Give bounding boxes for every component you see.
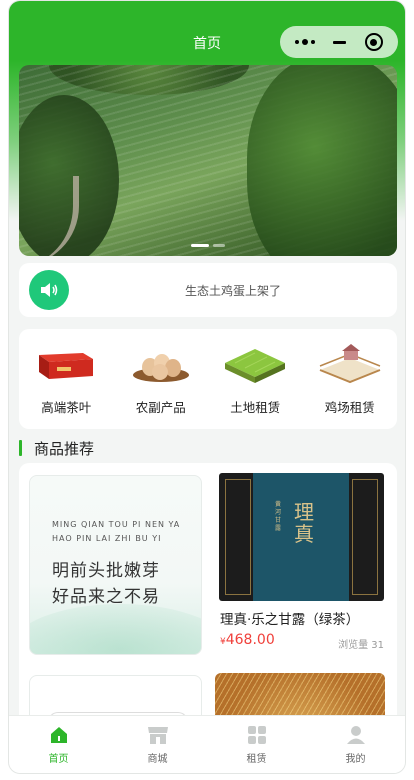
category-label: 鸡场租赁 — [324, 400, 375, 415]
section-accent-bar — [19, 440, 22, 456]
promo-slogan: 明前头批嫩芽 好品来之不易 — [52, 558, 160, 610]
phone-screen: 首页 生态土鸡蛋上架了 高端茶叶 农副产品 土地租赁 鸡场租赁 商品推荐 MIN… — [0, 0, 414, 780]
tab-shop[interactable]: 商城 — [108, 716, 207, 773]
promo-pinyin: MING QIAN TOU PI NEN YA HAO PIN LAI ZHI … — [52, 518, 180, 546]
category-tea[interactable]: 高端茶叶 — [19, 329, 114, 429]
carousel-dot[interactable] — [213, 244, 225, 247]
user-icon — [345, 724, 367, 746]
product-name: 理真·乐之甘露（绿茶） — [220, 612, 360, 628]
product-card-promo[interactable]: MING QIAN TOU PI NEN YA HAO PIN LAI ZHI … — [29, 475, 202, 655]
tab-label: 租赁 — [246, 754, 267, 765]
miniprogram-capsule — [280, 26, 398, 58]
promo-pinyin-line: HAO PIN LAI ZHI BU YI — [52, 534, 162, 543]
section-header: 商品推荐 — [19, 437, 94, 459]
minimize-icon[interactable] — [333, 40, 347, 44]
promo-slogan-line: 明前头批嫩芽 — [52, 561, 160, 581]
shop-icon — [147, 724, 169, 746]
category-grid: 高端茶叶 农副产品 土地租赁 鸡场租赁 — [19, 329, 397, 429]
chicken-farm-icon — [318, 343, 382, 387]
speaker-icon — [29, 270, 69, 310]
home-icon — [48, 724, 70, 746]
banner-tree-shape — [247, 65, 397, 256]
category-chicken-farm[interactable]: 鸡场租赁 — [303, 329, 398, 429]
category-land-rental[interactable]: 土地租赁 — [208, 329, 303, 429]
category-farm-products[interactable]: 农副产品 — [114, 329, 209, 429]
category-label: 土地租赁 — [230, 400, 281, 415]
grid-icon — [246, 724, 268, 746]
tab-home[interactable]: 首页 — [9, 716, 108, 773]
eggs-basket-icon — [129, 343, 193, 387]
tab-bar: 首页 商城 租赁 我的 — [9, 715, 405, 773]
category-label: 农副产品 — [135, 400, 186, 415]
tab-rental[interactable]: 租赁 — [207, 716, 306, 773]
land-plot-icon — [223, 343, 287, 387]
app-frame: 首页 生态土鸡蛋上架了 高端茶叶 农副产品 土地租赁 鸡场租赁 商品推荐 MIN… — [8, 0, 406, 774]
package-border — [225, 479, 251, 595]
notice-bar[interactable]: 生态土鸡蛋上架了 — [19, 263, 397, 317]
tab-label: 首页 — [48, 754, 69, 765]
section-title: 商品推荐 — [34, 439, 95, 458]
notice-text: 生态土鸡蛋上架了 — [184, 284, 281, 298]
promo-slogan-line: 好品来之不易 — [52, 587, 160, 607]
mist-decoration — [30, 604, 201, 654]
more-menu-icon[interactable] — [295, 39, 316, 45]
package-big-text: 理真 — [294, 500, 314, 546]
banner-carousel[interactable] — [19, 65, 397, 256]
product-price: ¥468.00 — [220, 632, 275, 648]
tea-box-icon — [34, 343, 98, 387]
close-target-icon[interactable] — [364, 33, 383, 51]
tab-label: 我的 — [345, 754, 366, 765]
product-views: 浏览量 31 — [338, 640, 384, 651]
carousel-dot[interactable] — [191, 244, 209, 247]
package-border — [352, 479, 378, 595]
tab-label: 商城 — [147, 754, 168, 765]
price-value: 468.00 — [225, 632, 275, 648]
product-image: 黄河甘露 理真 — [219, 473, 384, 601]
promo-pinyin-line: MING QIAN TOU PI NEN YA — [52, 520, 181, 529]
navigation-bar: 首页 — [9, 23, 405, 63]
tab-mine[interactable]: 我的 — [306, 716, 405, 773]
package-small-text: 黄河甘露 — [275, 501, 282, 532]
carousel-indicator — [191, 244, 225, 247]
category-label: 高端茶叶 — [41, 400, 92, 415]
product-card[interactable]: 黄河甘露 理真 理真·乐之甘露（绿茶） ¥468.00 浏览量 31 — [219, 473, 384, 663]
